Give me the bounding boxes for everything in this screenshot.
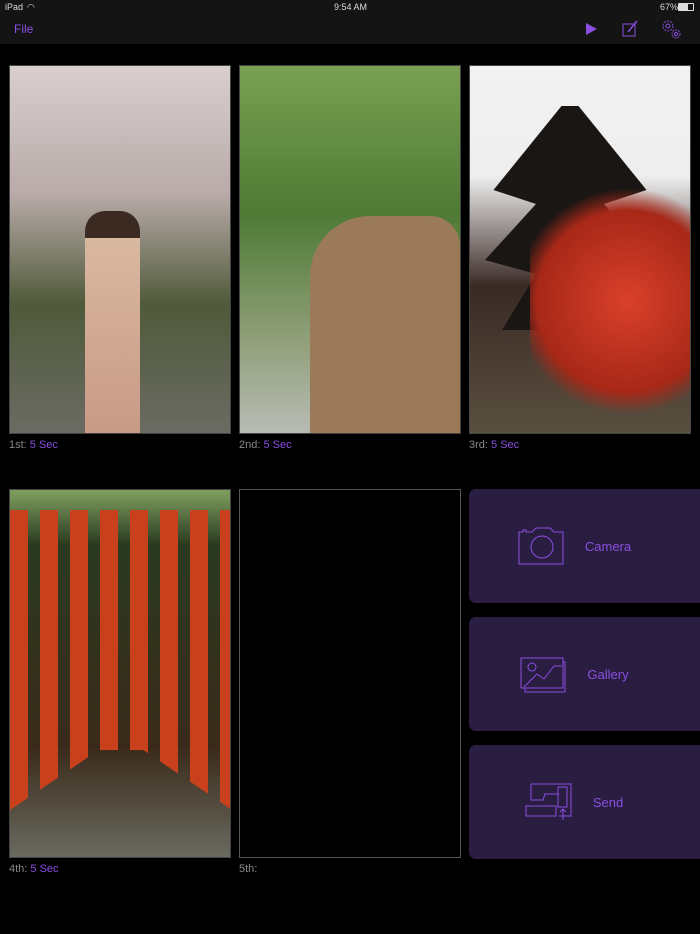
slide-5-empty[interactable] — [239, 489, 461, 858]
file-menu-button[interactable]: File — [14, 22, 33, 36]
gallery-button[interactable]: Gallery — [469, 617, 700, 731]
clock: 9:54 AM — [334, 2, 368, 12]
camera-button[interactable]: Camera — [469, 489, 700, 603]
slide-4-photo[interactable] — [9, 489, 231, 858]
gallery-icon — [520, 657, 566, 693]
wifi-icon: ◠ — [27, 2, 35, 12]
slide-2-photo[interactable] — [239, 65, 461, 434]
sewing-machine-send-icon — [525, 783, 572, 820]
slide-5-label: 5th: — [239, 863, 258, 875]
slide-1-duration[interactable]: 5 Sec — [30, 439, 58, 451]
battery-icon — [678, 3, 694, 11]
battery-percent: 67% — [660, 2, 679, 12]
slide-3-photo[interactable] — [469, 65, 691, 434]
slide-1-photo[interactable] — [9, 65, 231, 434]
slide-4-duration[interactable]: 5 Sec — [30, 863, 58, 875]
send-label: Send — [592, 794, 624, 810]
gallery-label: Gallery — [587, 666, 629, 682]
camera-label: Camera — [584, 538, 632, 554]
slide-3-label: 3rd: 5 Sec — [469, 439, 520, 451]
slide-2-label: 2nd: 5 Sec — [239, 439, 292, 451]
slide-3-duration[interactable]: 5 Sec — [491, 439, 519, 451]
status-bar: iPad ◠ 9:54 AM 67% — [0, 0, 700, 14]
slide-4-label: 4th: 5 Sec — [9, 863, 59, 875]
slide-2-duration[interactable]: 5 Sec — [263, 439, 291, 451]
settings-icon[interactable] — [660, 18, 682, 40]
edit-icon[interactable] — [619, 18, 641, 40]
camera-icon — [518, 527, 564, 565]
device-name: iPad — [5, 2, 24, 12]
slide-1-label: 1st: 5 Sec — [9, 439, 58, 451]
play-icon[interactable] — [580, 18, 602, 40]
nav-bar: File — [0, 14, 700, 44]
send-button[interactable]: Send — [469, 745, 700, 859]
